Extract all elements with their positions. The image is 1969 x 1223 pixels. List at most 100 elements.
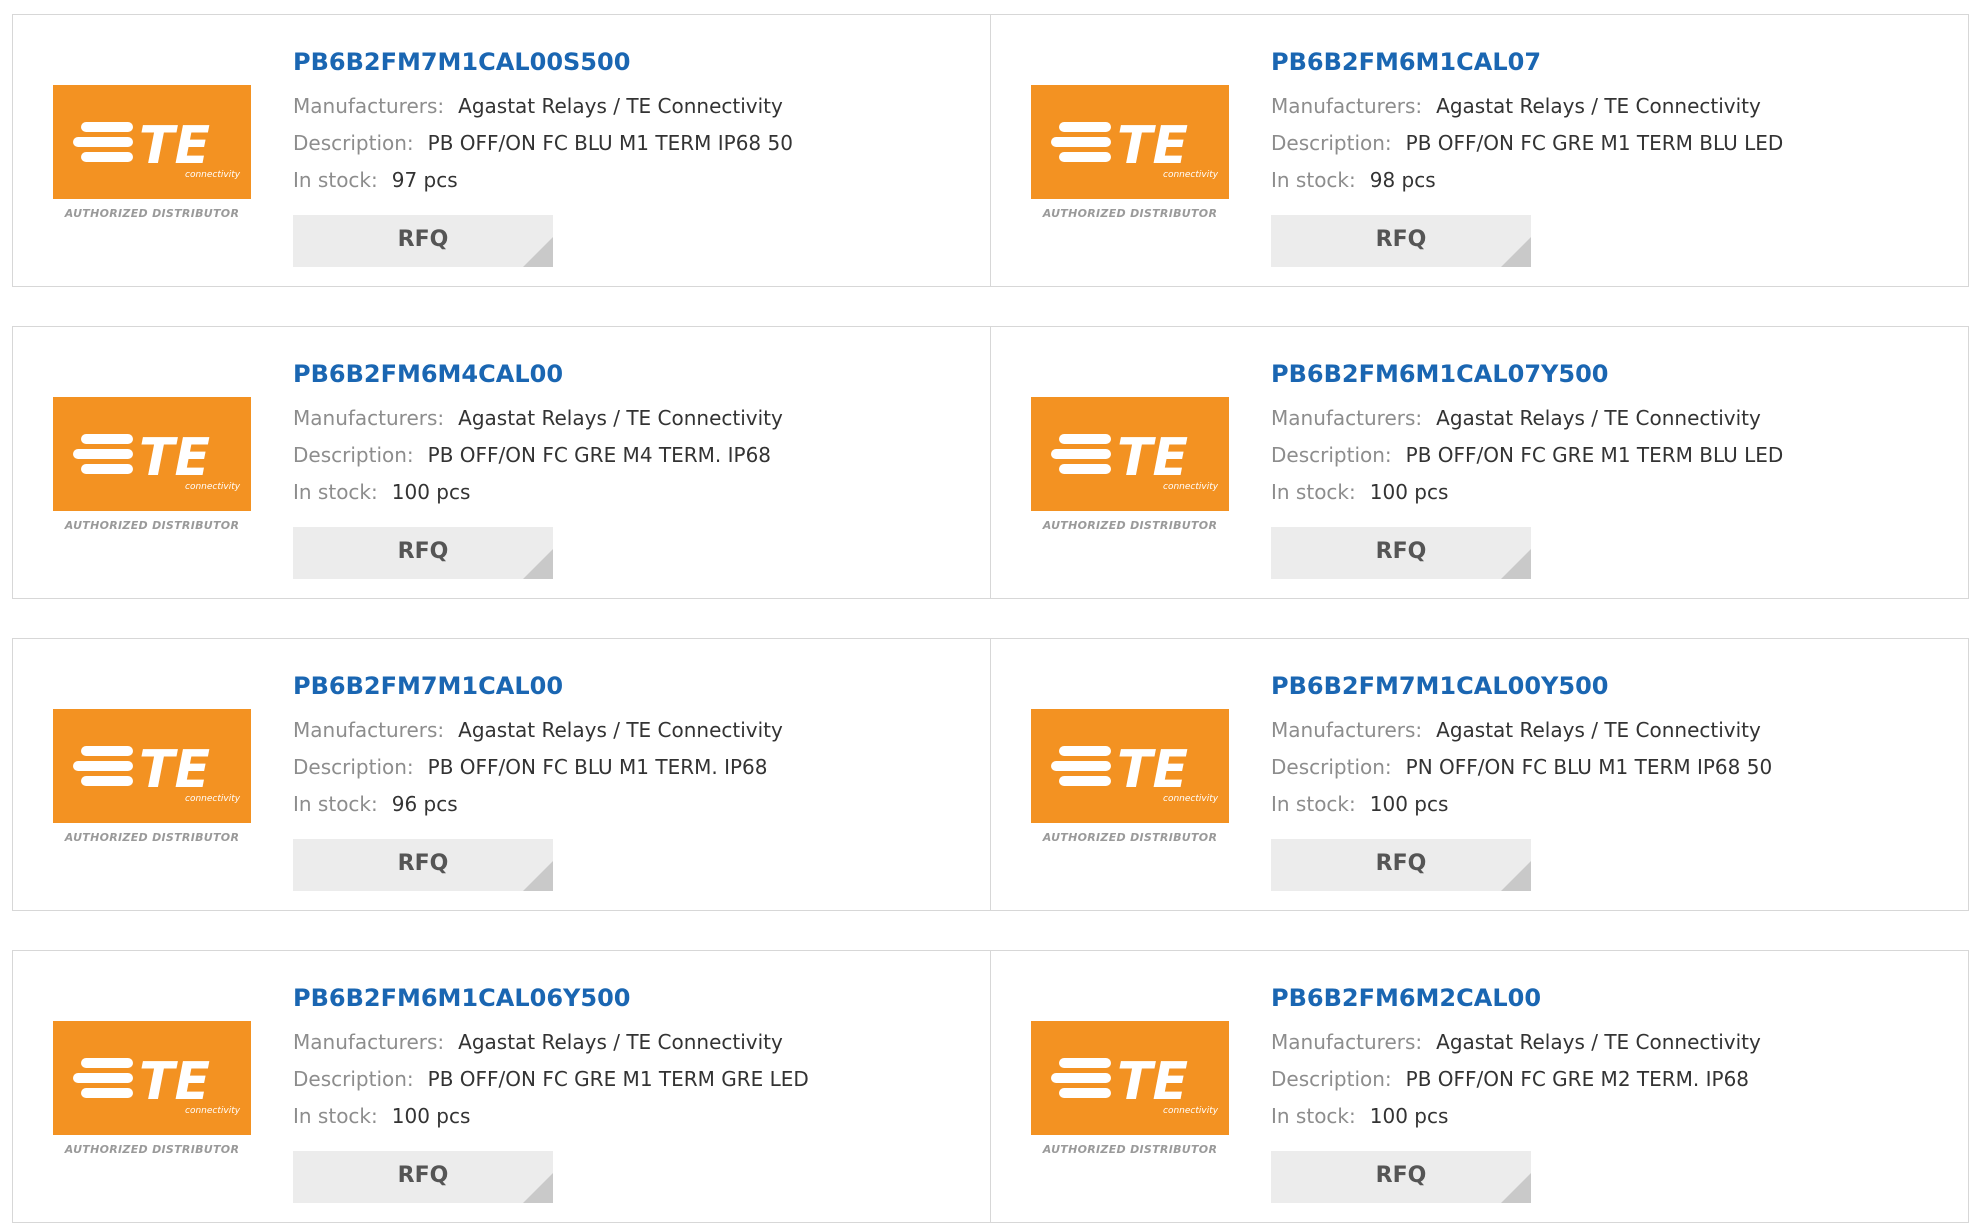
rfq-label: RFQ bbox=[397, 851, 449, 876]
te-connectivity-logo: TE connectivity AUTHORIZED DISTRIBUTOR bbox=[53, 1021, 251, 1161]
product-info: PB6B2FM6M1CAL06Y500 Manufacturers: Agasta… bbox=[293, 981, 809, 1135]
part-number-link[interactable]: PB6B2FM6M1CAL06Y500 bbox=[293, 981, 809, 1015]
product-info: PB6B2FM6M1CAL07Y500 Manufacturers: Agasta… bbox=[1271, 357, 1783, 511]
manufacturer-row: Manufacturers: Agastat Relays / TE Connec… bbox=[1271, 400, 1783, 437]
authorized-distributor-caption: AUTHORIZED DISTRIBUTOR bbox=[1042, 831, 1218, 844]
te-brand-text: TE bbox=[1117, 1052, 1188, 1112]
te-connectivity-logo: TE connectivity AUTHORIZED DISTRIBUTOR bbox=[53, 85, 251, 225]
product-row: TE connectivity AUTHORIZED DISTRIBUTOR P… bbox=[12, 14, 1969, 287]
manufacturers-label: Manufacturers: bbox=[293, 406, 445, 430]
in-stock-label: In stock: bbox=[293, 792, 378, 816]
product-card: TE connectivity AUTHORIZED DISTRIBUTOR P… bbox=[13, 951, 991, 1222]
manufacturer-value: Agastat Relays / TE Connectivity bbox=[458, 1030, 783, 1054]
part-number-link[interactable]: PB6B2FM6M2CAL00 bbox=[1271, 981, 1761, 1015]
rfq-button[interactable]: RFQ bbox=[293, 839, 553, 891]
stock-row: In stock: 100 pcs bbox=[293, 1098, 809, 1135]
manufacturers-label: Manufacturers: bbox=[1271, 406, 1423, 430]
manufacturers-label: Manufacturers: bbox=[293, 718, 445, 742]
part-number-link[interactable]: PB6B2FM7M1CAL00S500 bbox=[293, 45, 793, 79]
part-number-link[interactable]: PB6B2FM6M4CAL00 bbox=[293, 357, 783, 391]
stock-row: In stock: 97 pcs bbox=[293, 162, 793, 199]
te-logo-badge: TE connectivity bbox=[53, 85, 251, 199]
te-brand-sub: connectivity bbox=[185, 482, 241, 492]
product-card: TE connectivity AUTHORIZED DISTRIBUTOR P… bbox=[991, 639, 1969, 910]
te-brand-sub: connectivity bbox=[185, 170, 241, 180]
part-number-link[interactable]: PB6B2FM7M1CAL00Y500 bbox=[1271, 669, 1772, 703]
description-row: Description: PB OFF/ON FC GRE M1 TERM BLU… bbox=[1271, 437, 1783, 474]
te-connectivity-logo: TE connectivity AUTHORIZED DISTRIBUTOR bbox=[1031, 709, 1229, 849]
part-number-link[interactable]: PB6B2FM6M1CAL07 bbox=[1271, 45, 1783, 79]
manufacturer-value: Agastat Relays / TE Connectivity bbox=[1436, 718, 1761, 742]
manufacturer-row: Manufacturers: Agastat Relays / TE Connec… bbox=[293, 712, 783, 749]
stock-value: 100 pcs bbox=[391, 1104, 471, 1128]
te-logo-icon: TE connectivity bbox=[73, 116, 241, 180]
product-info: PB6B2FM7M1CAL00S500 Manufacturers: Agasta… bbox=[293, 45, 793, 199]
description-row: Description: PN OFF/ON FC BLU M1 TERM IP6… bbox=[1271, 749, 1772, 786]
stock-value: 96 pcs bbox=[391, 792, 458, 816]
manufacturer-value: Agastat Relays / TE Connectivity bbox=[1436, 406, 1761, 430]
stock-value: 100 pcs bbox=[1369, 480, 1449, 504]
te-brand-sub: connectivity bbox=[1163, 482, 1219, 492]
te-logo-icon: TE connectivity bbox=[73, 1052, 241, 1116]
authorized-distributor-caption: AUTHORIZED DISTRIBUTOR bbox=[1042, 519, 1218, 532]
rfq-button[interactable]: RFQ bbox=[1271, 1151, 1531, 1203]
description-value: PB OFF/ON FC GRE M1 TERM BLU LED bbox=[1405, 443, 1784, 467]
rfq-button[interactable]: RFQ bbox=[1271, 215, 1531, 267]
te-logo-icon: TE connectivity bbox=[1051, 1052, 1219, 1116]
te-connectivity-logo: TE connectivity AUTHORIZED DISTRIBUTOR bbox=[1031, 1021, 1229, 1161]
rfq-label: RFQ bbox=[1375, 851, 1427, 876]
rfq-label: RFQ bbox=[397, 539, 449, 564]
corner-fold-icon bbox=[1501, 237, 1531, 267]
rfq-button[interactable]: RFQ bbox=[1271, 839, 1531, 891]
rfq-button[interactable]: RFQ bbox=[293, 527, 553, 579]
description-row: Description: PB OFF/ON FC GRE M2 TERM. IP… bbox=[1271, 1061, 1761, 1098]
te-brand-sub: connectivity bbox=[1163, 1106, 1219, 1116]
product-row: TE connectivity AUTHORIZED DISTRIBUTOR P… bbox=[12, 950, 1969, 1223]
manufacturer-row: Manufacturers: Agastat Relays / TE Connec… bbox=[1271, 712, 1772, 749]
te-brand-sub: connectivity bbox=[1163, 794, 1219, 804]
manufacturer-row: Manufacturers: Agastat Relays / TE Connec… bbox=[1271, 1024, 1761, 1061]
manufacturer-value: Agastat Relays / TE Connectivity bbox=[458, 94, 783, 118]
description-row: Description: PB OFF/ON FC BLU M1 TERM IP6… bbox=[293, 125, 793, 162]
rfq-button[interactable]: RFQ bbox=[293, 1151, 553, 1203]
authorized-distributor-caption: AUTHORIZED DISTRIBUTOR bbox=[1042, 207, 1218, 220]
in-stock-label: In stock: bbox=[1271, 480, 1356, 504]
stock-value: 100 pcs bbox=[1369, 1104, 1449, 1128]
stock-value: 98 pcs bbox=[1369, 168, 1436, 192]
description-value: PB OFF/ON FC BLU M1 TERM. IP68 bbox=[427, 755, 768, 779]
te-logo-badge: TE connectivity bbox=[1031, 709, 1229, 823]
manufacturer-value: Agastat Relays / TE Connectivity bbox=[1436, 94, 1761, 118]
description-label: Description: bbox=[1271, 755, 1392, 779]
description-label: Description: bbox=[293, 1067, 414, 1091]
stock-row: In stock: 96 pcs bbox=[293, 786, 783, 823]
te-logo-badge: TE connectivity bbox=[1031, 85, 1229, 199]
rfq-button[interactable]: RFQ bbox=[1271, 527, 1531, 579]
stock-row: In stock: 100 pcs bbox=[1271, 1098, 1761, 1135]
product-info: PB6B2FM6M4CAL00 Manufacturers: Agastat Re… bbox=[293, 357, 783, 511]
corner-fold-icon bbox=[523, 237, 553, 267]
manufacturer-row: Manufacturers: Agastat Relays / TE Connec… bbox=[293, 1024, 809, 1061]
description-label: Description: bbox=[293, 443, 414, 467]
product-grid: TE connectivity AUTHORIZED DISTRIBUTOR P… bbox=[0, 0, 1969, 1223]
te-logo-icon: TE connectivity bbox=[1051, 740, 1219, 804]
te-brand-text: TE bbox=[1117, 740, 1188, 800]
te-logo-icon: TE connectivity bbox=[73, 740, 241, 804]
stock-row: In stock: 100 pcs bbox=[293, 474, 783, 511]
manufacturers-label: Manufacturers: bbox=[1271, 94, 1423, 118]
description-value: PB OFF/ON FC GRE M4 TERM. IP68 bbox=[427, 443, 772, 467]
authorized-distributor-caption: AUTHORIZED DISTRIBUTOR bbox=[1042, 1143, 1218, 1156]
description-row: Description: PB OFF/ON FC GRE M4 TERM. IP… bbox=[293, 437, 783, 474]
manufacturers-label: Manufacturers: bbox=[1271, 718, 1423, 742]
rfq-label: RFQ bbox=[1375, 1163, 1427, 1188]
part-number-link[interactable]: PB6B2FM7M1CAL00 bbox=[293, 669, 783, 703]
part-number-link[interactable]: PB6B2FM6M1CAL07Y500 bbox=[1271, 357, 1783, 391]
te-logo-badge: TE connectivity bbox=[53, 397, 251, 511]
authorized-distributor-caption: AUTHORIZED DISTRIBUTOR bbox=[64, 207, 240, 220]
corner-fold-icon bbox=[1501, 1173, 1531, 1203]
te-connectivity-logo: TE connectivity AUTHORIZED DISTRIBUTOR bbox=[53, 397, 251, 537]
manufacturer-row: Manufacturers: Agastat Relays / TE Connec… bbox=[293, 400, 783, 437]
description-label: Description: bbox=[293, 755, 414, 779]
rfq-button[interactable]: RFQ bbox=[293, 215, 553, 267]
corner-fold-icon bbox=[523, 861, 553, 891]
te-logo-icon: TE connectivity bbox=[1051, 116, 1219, 180]
